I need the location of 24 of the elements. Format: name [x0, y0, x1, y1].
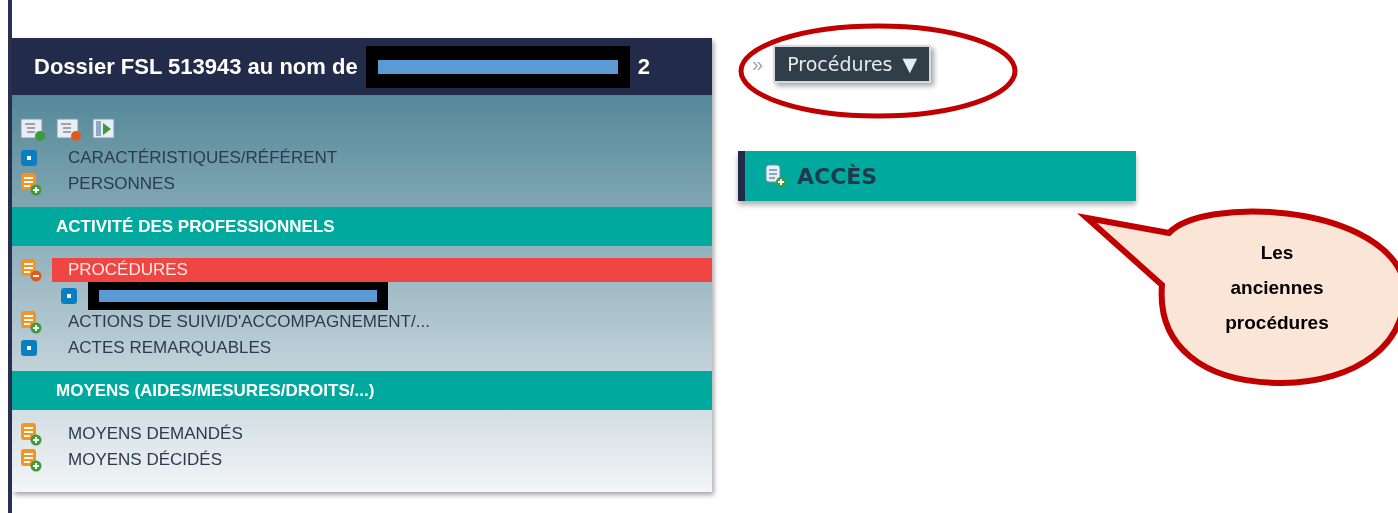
procedures-menu-button[interactable]: Procédures ▼: [773, 45, 932, 83]
note-add-icon: [20, 422, 42, 446]
nav-link[interactable]: ACTIONS DE SUIVI/D'ACCOMPAGNEMENT/...: [68, 312, 430, 332]
note-add-icon: [20, 310, 42, 334]
nav-link[interactable]: PROCÉDURES: [52, 258, 712, 282]
exit-icon[interactable]: [92, 117, 118, 141]
list-add-icon[interactable]: [20, 117, 46, 141]
section-header[interactable]: MOYENS (AIDES/MESURES/DROITS/...): [12, 371, 712, 410]
panel-title: Dossier FSL 513943 au nom de: [34, 53, 358, 80]
note-add-icon: [20, 172, 42, 196]
section-header[interactable]: ACTIVITÉ DES PROFESSIONNELS: [12, 207, 712, 246]
note-add-icon: [765, 164, 787, 188]
access-bar[interactable]: ACCÈS: [738, 151, 1136, 201]
nav-link[interactable]: MOYENS DEMANDÉS: [68, 424, 243, 444]
list-remove-icon[interactable]: [56, 117, 82, 141]
nav-link[interactable]: CARACTÉRISTIQUES/RÉFÉRENT: [68, 148, 338, 168]
note-add-icon: [20, 448, 42, 472]
note-remove-icon: [20, 258, 42, 282]
callout-text: Les anciennes procédures: [1224, 241, 1330, 335]
breadcrumb-separator: »: [752, 52, 764, 76]
nav-link[interactable]: MOYENS DÉCIDÉS: [68, 450, 222, 470]
panel-title: 2: [637, 53, 650, 80]
nav-link[interactable]: PERSONNES: [68, 174, 175, 194]
nav-link[interactable]: ACTES REMARQUABLES: [68, 338, 272, 358]
